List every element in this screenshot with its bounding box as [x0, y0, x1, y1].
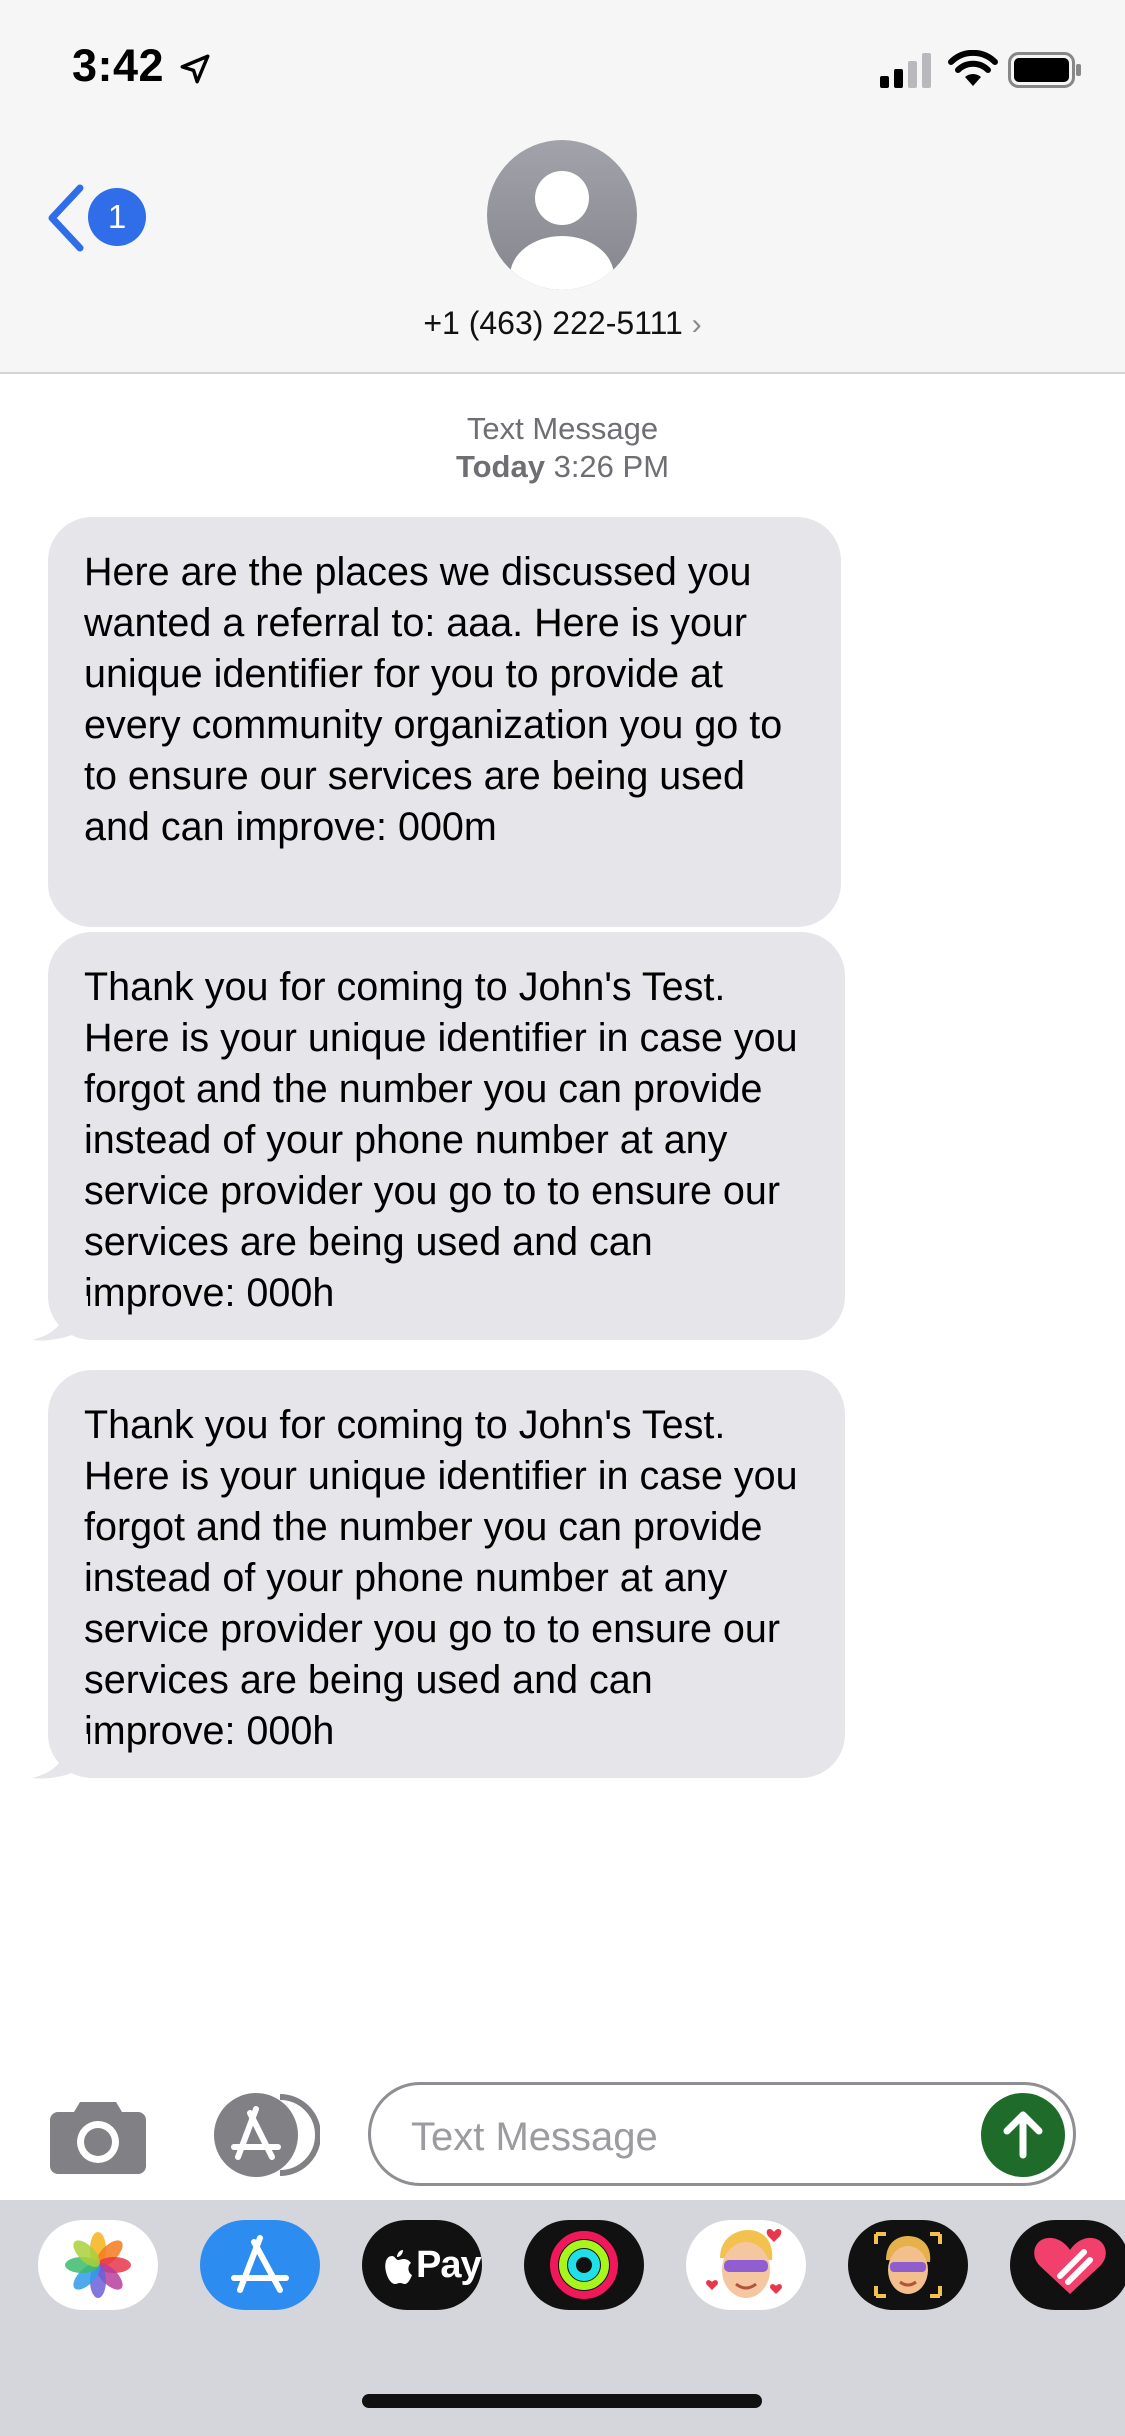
- activity-icon[interactable]: [524, 2220, 644, 2310]
- message-text: Thank you for coming to John's Test. Her…: [84, 965, 798, 1315]
- message-input[interactable]: Text Message: [368, 2082, 1076, 2186]
- send-button[interactable]: [981, 2093, 1065, 2177]
- bubble-tail: [32, 1296, 88, 1341]
- cellular-signal-icon: [880, 53, 931, 88]
- contact-number: +1 (463) 222-5111: [423, 305, 683, 341]
- home-indicator[interactable]: [362, 2394, 762, 2408]
- arrow-up-icon: [1003, 2111, 1043, 2159]
- back-button[interactable]: 1: [44, 178, 154, 258]
- chevron-right-icon: ›: [691, 308, 702, 341]
- digital-touch-icon[interactable]: [1010, 2220, 1125, 2310]
- location-arrow-icon: [180, 54, 210, 84]
- message-day: Today: [455, 449, 545, 484]
- app-store-icon[interactable]: [200, 2220, 320, 2310]
- wifi-icon: [948, 50, 998, 86]
- animoji-icon[interactable]: [848, 2220, 968, 2310]
- camera-icon[interactable]: [50, 2098, 146, 2174]
- apple-pay-label: Pay: [416, 2244, 482, 2286]
- chevron-left-icon: [48, 184, 84, 252]
- message-input-placeholder: Text Message: [411, 2115, 658, 2159]
- unread-count-badge: 1: [88, 188, 146, 246]
- message-text: Thank you for coming to John's Test. Her…: [84, 1403, 798, 1753]
- message-bubble[interactable]: Here are the places we discussed you wan…: [48, 517, 841, 927]
- photos-icon[interactable]: [38, 2220, 158, 2310]
- battery-icon: [1008, 52, 1081, 88]
- memoji-stickers-icon[interactable]: [686, 2220, 806, 2310]
- message-bubble[interactable]: Thank you for coming to John's Test. Her…: [48, 932, 845, 1340]
- contact-avatar[interactable]: [487, 140, 637, 290]
- apple-pay-icon[interactable]: Pay: [362, 2220, 482, 2310]
- message-date: Today 3:26 PM: [0, 448, 1125, 486]
- message-text: Here are the places we discussed you wan…: [84, 550, 783, 849]
- message-bubble[interactable]: Thank you for coming to John's Test. Her…: [48, 1370, 845, 1778]
- contact-name-button[interactable]: +1 (463) 222-5111 ›: [0, 305, 1125, 342]
- apps-icon[interactable]: [210, 2093, 320, 2177]
- bubble-tail: [32, 1734, 88, 1779]
- message-service-label: Text Message: [466, 411, 659, 446]
- message-timestamp: Text Message Today 3:26 PM: [0, 410, 1125, 486]
- conversation-header: 3:42 1 +1 (463) 222-5111 ›: [0, 0, 1125, 374]
- message-time: 3:26 PM: [553, 449, 670, 484]
- status-time: 3:42: [72, 40, 165, 91]
